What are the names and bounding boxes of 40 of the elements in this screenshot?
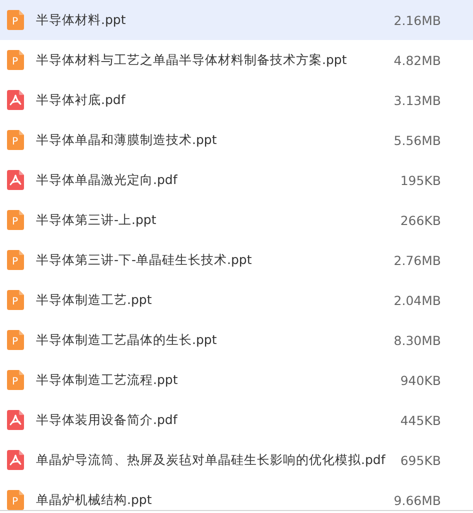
file-size: 195KB [400,172,441,188]
file-name: 半导体第三讲-上.ppt [36,212,158,228]
file-size: 2.76MB [394,252,441,268]
file-size: 266KB [400,212,441,228]
file-name: 单晶炉机械结构.ppt [36,492,153,508]
file-name: 半导体制造工艺.ppt [36,292,153,308]
file-size: 940KB [400,372,441,388]
pdf-file-icon [7,90,24,110]
pdf-file-icon [7,170,24,190]
file-size: 2.04MB [394,292,441,308]
presentation-file-icon: P [7,130,24,150]
file-name: 半导体材料与工艺之单晶半导体材料制备技术方案.ppt [36,52,348,68]
file-row[interactable]: P 半导体材料.ppt 2.16MB [0,0,473,40]
pdf-file-icon [7,410,24,430]
file-name: 半导体制造工艺流程.ppt [36,372,179,388]
presentation-file-icon: P [7,290,24,310]
file-size: 2.16MB [394,12,441,28]
file-name: 半导体衬底.pdf [36,92,126,108]
file-name: 半导体材料.ppt [36,12,127,28]
file-size: 5.56MB [394,132,441,148]
file-name: 半导体单晶和薄膜制造技术.ppt [36,132,218,148]
pdf-file-icon [7,450,24,470]
file-name: 单晶炉导流筒、热屏及炭毡对单晶硅生长影响的优化模拟.pdf [36,452,386,468]
file-name: 半导体制造工艺晶体的生长.ppt [36,332,218,348]
file-size: 4.82MB [394,52,441,68]
presentation-file-icon: P [7,250,24,270]
file-size: 445KB [400,412,441,428]
presentation-file-icon: P [7,210,24,230]
presentation-file-icon: P [7,490,24,510]
file-name: 半导体第三讲-下-单晶硅生长技术.ppt [36,252,253,268]
presentation-file-icon: P [7,50,24,70]
presentation-file-icon: P [7,10,24,30]
file-name: 半导体单晶激光定向.pdf [36,172,178,188]
presentation-file-icon: P [7,330,24,350]
file-size: 695KB [400,452,441,468]
file-size: 8.30MB [394,332,441,348]
file-size: 9.66MB [394,492,441,508]
file-size: 3.13MB [394,92,441,108]
presentation-file-icon: P [7,370,24,390]
file-name: 半导体装用设备简介.pdf [36,412,178,428]
